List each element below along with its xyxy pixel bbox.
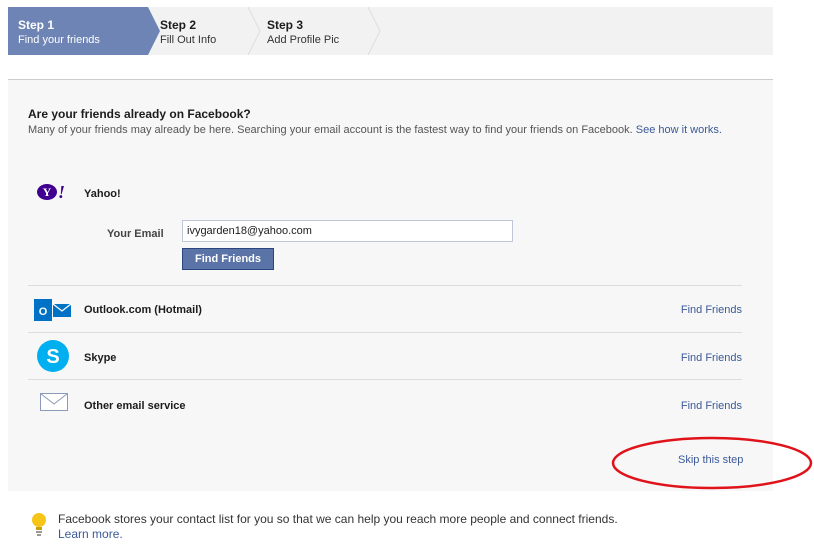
- lightbulb-icon: [32, 513, 46, 536]
- see-how-it-works-link[interactable]: See how it works.: [636, 124, 722, 136]
- step-2-number: Step 2: [160, 18, 197, 32]
- step-2[interactable]: Step 2 Fill Out Info: [160, 7, 216, 55]
- step-1-number: Step 1: [18, 18, 55, 32]
- envelope-icon: [40, 393, 68, 411]
- svg-text:O: O: [39, 306, 48, 318]
- step-3-number: Step 3: [267, 18, 304, 32]
- row-divider: [28, 285, 742, 286]
- email-field[interactable]: [182, 220, 513, 242]
- outlook-find-friends-link[interactable]: Find Friends: [681, 304, 742, 316]
- step-3-arrow: [368, 7, 381, 55]
- svg-text:!: !: [58, 183, 65, 201]
- contact-storage-note: Facebook stores your contact list for yo…: [58, 512, 618, 542]
- step-navigation: Step 1 Find your friends Step 2 Fill Out…: [8, 7, 773, 55]
- email-label: Your Email: [107, 228, 164, 240]
- svg-text:S: S: [46, 346, 59, 368]
- outlook-icon: O: [34, 299, 72, 321]
- yahoo-logo-icon: Y !: [37, 183, 65, 201]
- skype-icon: S: [37, 340, 69, 372]
- row-divider: [28, 332, 742, 333]
- annotation-circle: [611, 436, 813, 490]
- find-friends-button[interactable]: Find Friends: [182, 248, 274, 270]
- step-2-arrow: [248, 7, 261, 55]
- other-email-find-friends-link[interactable]: Find Friends: [681, 400, 742, 412]
- step-3-label: Add Profile Pic: [267, 34, 340, 46]
- svg-text:Y: Y: [43, 185, 52, 199]
- find-friends-panel: Are your friends already on Facebook? Ma…: [8, 80, 773, 491]
- other-email-name: Other email service: [84, 400, 186, 412]
- panel-description: Many of your friends may already be here…: [28, 123, 743, 138]
- skype-name: Skype: [84, 352, 117, 364]
- yahoo-name: Yahoo!: [84, 188, 121, 200]
- description-text: Many of your friends may already be here…: [28, 124, 633, 136]
- row-divider: [28, 379, 742, 380]
- skype-find-friends-link[interactable]: Find Friends: [681, 352, 742, 364]
- step-1[interactable]: Step 1 Find your friends: [8, 7, 148, 55]
- panel-heading: Are your friends already on Facebook?: [28, 107, 251, 121]
- step-1-label: Find your friends: [18, 34, 100, 46]
- learn-more-link[interactable]: Learn more.: [58, 527, 618, 542]
- step-2-label: Fill Out Info: [160, 34, 217, 46]
- note-text: Facebook stores your contact list for yo…: [58, 512, 618, 526]
- step-3[interactable]: Step 3 Add Profile Pic: [267, 7, 339, 55]
- outlook-name: Outlook.com (Hotmail): [84, 304, 202, 316]
